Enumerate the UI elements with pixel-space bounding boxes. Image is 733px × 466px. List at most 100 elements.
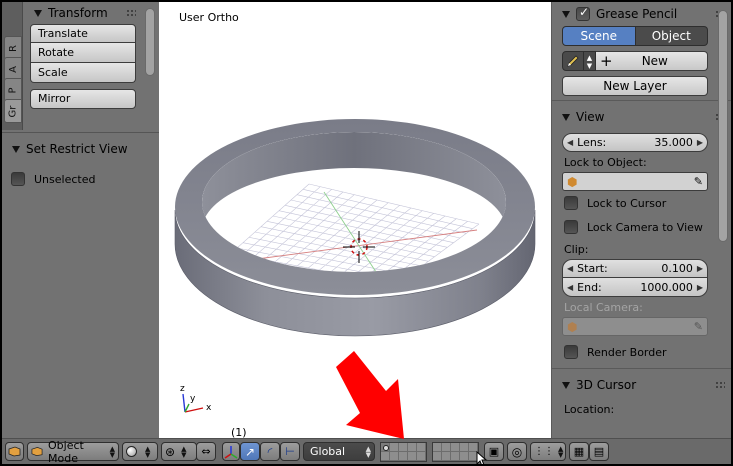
drag-handle-icon[interactable] <box>715 381 725 389</box>
layer-9[interactable] <box>460 442 469 452</box>
lock-camera-checkbox[interactable] <box>564 220 578 234</box>
scale-manipulator-button[interactable]: ⊢ <box>280 442 300 461</box>
scene-tab[interactable]: Scene <box>562 26 636 46</box>
new-layer-button[interactable]: New Layer <box>562 76 708 96</box>
lock-to-cursor-checkbox[interactable] <box>564 196 578 210</box>
3d-cursor-title: 3D Cursor <box>576 378 637 392</box>
updown-arrows-icon: ▲ ▼ <box>558 444 564 459</box>
redo-panel-header[interactable]: Set Restrict View <box>2 138 159 160</box>
snap-increment-icon: ⋮⋮ <box>534 446 554 457</box>
solid-shading-icon <box>126 446 137 457</box>
unselected-checkbox[interactable] <box>11 172 25 186</box>
layer-3[interactable] <box>399 442 408 452</box>
mirror-button[interactable]: Mirror <box>30 89 136 109</box>
layer-4[interactable] <box>408 442 417 452</box>
3d-cursor-panel-header[interactable]: 3D Cursor <box>552 373 731 397</box>
view-title: View <box>576 110 605 124</box>
editor-type-button[interactable] <box>5 442 24 461</box>
grease-pencil-checkbox[interactable]: ✓ <box>576 5 590 21</box>
opengl-render-button[interactable]: ▦ <box>569 442 589 461</box>
clip-start-field[interactable]: ◀ Start: 0.100 ▶ <box>562 259 708 278</box>
unselected-option[interactable]: Unselected <box>11 167 159 191</box>
new-grease-pencil-button[interactable]: + New <box>596 51 708 71</box>
opengl-animation-button[interactable]: ▤ <box>589 442 609 461</box>
translate-manipulator-button[interactable]: ↗ <box>240 442 260 461</box>
layer-19[interactable] <box>460 451 469 461</box>
snap-element-selector[interactable]: ⋮⋮ ▲ ▼ <box>530 442 566 461</box>
collapse-triangle-icon <box>562 10 570 18</box>
layer-7[interactable] <box>442 442 451 452</box>
properties-scrollbar[interactable] <box>718 10 728 242</box>
layer-11[interactable] <box>381 451 390 461</box>
proportional-editing-button[interactable]: ◎ <box>507 442 527 461</box>
pivot-point-selector[interactable]: ⊛ ▲ ▼ <box>161 442 197 461</box>
proportional-edit-icon: ◎ <box>511 444 523 459</box>
lock-object-field[interactable]: ⬢ ✎ <box>562 172 708 191</box>
eyedropper-icon: ✎ <box>693 320 703 333</box>
object-tab[interactable]: Object <box>635 26 708 46</box>
checkmark-icon: ✓ <box>579 5 590 19</box>
grease-pencil-header[interactable]: ✓ Grease Pencil <box>552 2 731 26</box>
layer-13[interactable] <box>399 451 408 461</box>
viewport-shading-selector[interactable]: ▲ ▼ <box>122 442 158 461</box>
render-border-checkbox[interactable] <box>564 345 578 359</box>
rotate-button[interactable]: Rotate <box>30 43 136 63</box>
unselected-label: Unselected <box>34 172 96 186</box>
layer-2[interactable] <box>390 442 399 452</box>
increment-arrow-icon[interactable]: ▶ <box>697 283 703 292</box>
layer-8[interactable] <box>451 442 460 452</box>
align-arrows-icon: ⇔ <box>201 445 211 458</box>
increment-arrow-icon[interactable]: ▶ <box>697 264 703 273</box>
transform-panel-header[interactable]: Transform <box>24 2 142 24</box>
camera-cube-icon: ⬢ <box>567 319 578 334</box>
rotate-manipulator-button[interactable]: ◜ <box>260 442 280 461</box>
layer-12[interactable] <box>390 451 399 461</box>
redo-panel: Set Restrict View Unselected <box>2 132 159 438</box>
manipulator-toggle[interactable] <box>222 442 240 461</box>
layer-6[interactable] <box>433 442 442 452</box>
increment-arrow-icon[interactable]: ▶ <box>697 138 703 147</box>
lock-to-cursor-label: Lock to Cursor <box>587 196 667 210</box>
clip-end-field[interactable]: ◀ End: 1000.000 ▶ <box>562 278 708 297</box>
layer-18[interactable] <box>451 451 460 461</box>
drag-handle-icon[interactable] <box>126 9 136 17</box>
lock-icon: ▣ <box>488 445 500 458</box>
layer-14[interactable] <box>408 451 417 461</box>
frame-number-label: (1) <box>231 426 247 438</box>
layer-16[interactable] <box>433 451 442 461</box>
lock-camera-option[interactable]: Lock Camera to View <box>564 215 731 239</box>
layer-15[interactable] <box>417 451 426 461</box>
tab-gr[interactable]: Gr <box>4 99 22 123</box>
axis-y-label: y <box>190 394 196 404</box>
clip-start-label: Start: <box>577 262 608 275</box>
pencil-icon[interactable] <box>562 51 584 71</box>
view-name-label: User Ortho <box>179 11 239 24</box>
layer-17[interactable] <box>442 451 451 461</box>
lock-to-cursor-option[interactable]: Lock to Cursor <box>564 191 731 215</box>
lens-field[interactable]: ◀ Lens: 35.000 ▶ <box>562 133 708 152</box>
tool-shelf-scrollbar[interactable] <box>145 8 155 76</box>
browse-updown-icon[interactable]: ▲ ▼ <box>584 51 596 71</box>
mode-selector[interactable]: Object Mode ▲ ▼ <box>27 439 119 464</box>
object-mode-icon <box>31 446 43 457</box>
view-panel-header[interactable]: View <box>552 105 731 129</box>
render-border-option[interactable]: Render Border <box>564 340 731 364</box>
clip-label: Clip: <box>564 243 589 256</box>
translate-button[interactable]: Translate <box>30 24 136 43</box>
transform-orientation-selector[interactable]: Global ▲ ▼ <box>303 442 375 461</box>
eyedropper-icon[interactable]: ✎ <box>694 175 703 188</box>
grease-pencil-datablock: ▲ ▼ + New <box>562 51 708 71</box>
collapse-triangle-icon <box>562 113 570 121</box>
lock-camera-label: Lock Camera to View <box>587 220 703 234</box>
clapper-icon: ▤ <box>593 445 605 458</box>
grease-pencil-source-toggle: Scene Object <box>562 26 708 46</box>
pivot-align-button[interactable]: ⇔ <box>196 442 216 461</box>
layer-5[interactable] <box>417 442 426 452</box>
layer-group-2[interactable] <box>432 441 479 462</box>
layer-1[interactable] <box>381 442 390 452</box>
grease-pencil-title: Grease Pencil <box>596 7 678 21</box>
collapse-triangle-icon <box>34 9 42 17</box>
blender-window: R A P Gr Transform Translate Rotate Scal… <box>2 2 731 464</box>
scale-button[interactable]: Scale <box>30 63 136 83</box>
layer-group-1[interactable] <box>380 441 427 462</box>
